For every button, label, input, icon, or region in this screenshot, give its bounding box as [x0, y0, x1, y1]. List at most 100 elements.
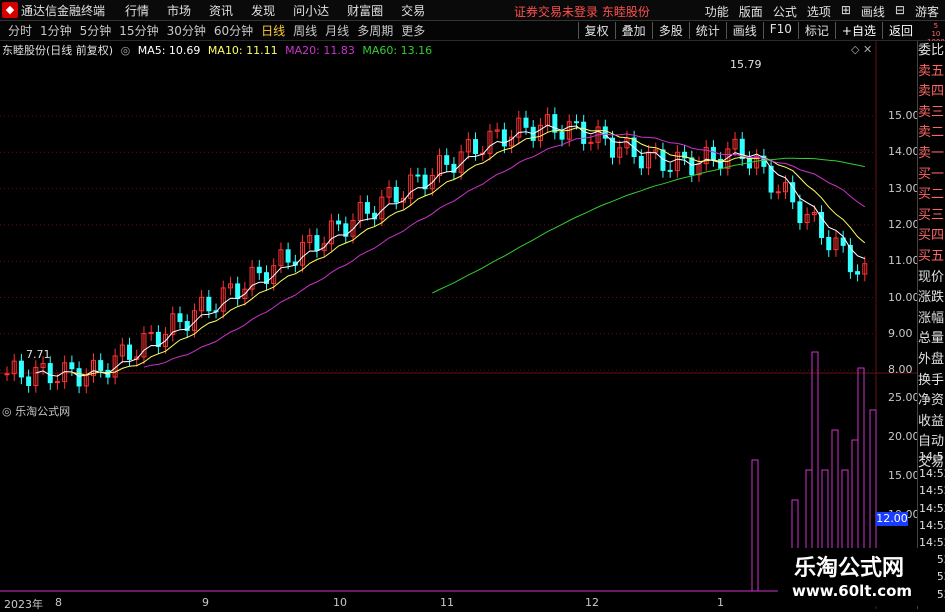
date-tick-2: 9	[202, 596, 209, 609]
indicator-tick-0: 25.00	[888, 391, 920, 404]
quote-label-16: 换手	[918, 372, 945, 388]
date-tick-0: 2023年	[4, 598, 43, 611]
menu-item-2[interactable]: 资讯	[209, 4, 233, 18]
quote-label-15: 外盘	[918, 351, 945, 367]
candle-body	[415, 174, 421, 177]
trade-time-1: 14:52	[919, 467, 945, 481]
kline-chart-area[interactable]	[0, 41, 917, 609]
price-tick-5: 10.00	[888, 290, 920, 304]
trade-time-3: 14:52	[919, 501, 945, 515]
top-right-item-4[interactable]: ⊞	[841, 3, 851, 20]
low-price-label: 7.71	[26, 348, 51, 361]
candle-body	[314, 235, 320, 251]
period-tab-7[interactable]: 周线	[293, 24, 317, 38]
candle-body	[393, 186, 399, 203]
period-tab-2[interactable]: 5分钟	[80, 24, 112, 38]
period-tab-6[interactable]: 日线	[261, 24, 285, 38]
quote-label-18: 收益	[918, 413, 945, 429]
candle-body	[69, 362, 75, 370]
date-tick-6: 1	[717, 596, 724, 609]
app-logo-icon: ◆	[2, 2, 18, 18]
quote-label-5: 卖一	[918, 145, 945, 161]
period-tab-9[interactable]: 多周期	[357, 24, 393, 38]
top-right-item-5[interactable]: 画线	[861, 3, 885, 20]
stock-title: 东睦股份(日线 前复权)	[2, 44, 114, 57]
price-tick-4: 11.00	[888, 254, 920, 268]
watermark: 乐淘公式网 www.60lt.com	[778, 548, 938, 606]
indicator-title: ◎ 乐淘公式网	[2, 403, 70, 419]
tool-2[interactable]: 多股	[651, 22, 689, 39]
period-tab-5[interactable]: 60分钟	[214, 24, 253, 38]
candle-body	[797, 201, 803, 223]
indicator-name: 乐淘公式网	[15, 405, 71, 418]
tool-4[interactable]: 画线	[725, 22, 763, 39]
candle-body	[76, 368, 82, 387]
ma60-label: MA60: 13.16	[362, 44, 433, 57]
candle-body	[710, 146, 716, 160]
menu-item-4[interactable]: 问小达	[293, 4, 329, 18]
candle-body	[581, 121, 587, 144]
top-right-item-2[interactable]: 公式	[773, 3, 797, 20]
top-right-item-0[interactable]: 功能	[705, 3, 729, 20]
candle-body	[667, 169, 673, 172]
tool-0[interactable]: 复权	[577, 22, 615, 39]
menu-item-6[interactable]: 交易	[401, 4, 425, 18]
price-tick-6: 9.00	[888, 326, 913, 340]
candle-body	[256, 266, 262, 274]
menu-item-5[interactable]: 财富圈	[347, 4, 383, 18]
ma20-label: MA20: 11.83	[285, 44, 355, 57]
quote-label-6: 买一	[918, 166, 945, 182]
quote-label-17: 净资	[918, 393, 945, 409]
candle-body	[18, 360, 24, 378]
period-tab-10[interactable]: 更多	[401, 24, 425, 38]
kline-chart[interactable]	[0, 41, 917, 609]
price-tick-3: 12.00	[888, 217, 920, 231]
tool-8[interactable]: 返回	[881, 22, 919, 39]
tool-6[interactable]: 标记	[797, 22, 835, 39]
menu-item-1[interactable]: 市场	[167, 4, 191, 18]
quote-label-3: 卖三	[918, 104, 945, 120]
quote-label-12: 涨跌	[918, 290, 945, 306]
candle-body	[285, 249, 291, 263]
quote-label-10: 买五	[918, 248, 945, 264]
period-tab-0[interactable]: 分时	[8, 24, 32, 38]
candle-body	[826, 236, 832, 251]
tool-7[interactable]: +自选	[834, 22, 882, 39]
menu-item-0[interactable]: 行情	[125, 4, 149, 18]
candle-body	[444, 155, 450, 165]
current-indicator-value: 12.00	[876, 512, 908, 526]
period-tab-3[interactable]: 15分钟	[119, 24, 158, 38]
menu-item-3[interactable]: 发现	[251, 4, 275, 18]
top-right-item-3[interactable]: 选项	[807, 3, 831, 20]
date-tick-5: 12	[585, 596, 599, 609]
price-tick-7: 8.00	[888, 363, 913, 377]
trade-time-0: 14:51	[919, 450, 945, 463]
trade-login-alert[interactable]: 证券交易未登录 东睦股份	[514, 3, 650, 20]
candle-body	[177, 313, 183, 323]
indicator-settings-icon[interactable]: ◎	[2, 405, 12, 418]
tool-5[interactable]: F10	[762, 22, 798, 39]
candle-body	[235, 283, 241, 300]
quote-label-8: 买三	[918, 207, 945, 223]
chart-settings-icon[interactable]: ◇ ✕	[851, 43, 872, 56]
quote-label-2: 卖四	[918, 84, 945, 100]
period-tab-4[interactable]: 30分钟	[167, 24, 206, 38]
candle-body	[768, 165, 774, 193]
top-right-item-6[interactable]: ⊟	[895, 3, 905, 20]
date-tick-3: 10	[333, 596, 347, 609]
ma10-label: MA10: 11.11	[207, 44, 278, 57]
candle-body	[501, 129, 507, 147]
quote-label-9: 买四	[918, 228, 945, 244]
quote-label-0: 委比	[918, 43, 945, 58]
indicator-tick-2: 15.00	[888, 469, 920, 482]
top-right-item-1[interactable]: 版面	[739, 3, 763, 20]
top-right-item-7[interactable]: 游客	[915, 3, 939, 20]
settings-icon[interactable]: ◎	[121, 44, 131, 57]
candle-body	[26, 376, 32, 386]
tool-3[interactable]: 统计	[688, 22, 726, 39]
period-tab-1[interactable]: 1分钟	[40, 24, 72, 38]
candle-body	[552, 114, 558, 133]
tool-1[interactable]: 叠加	[614, 22, 652, 39]
period-tab-8[interactable]: 月线	[325, 24, 349, 38]
candle-body	[98, 360, 104, 371]
